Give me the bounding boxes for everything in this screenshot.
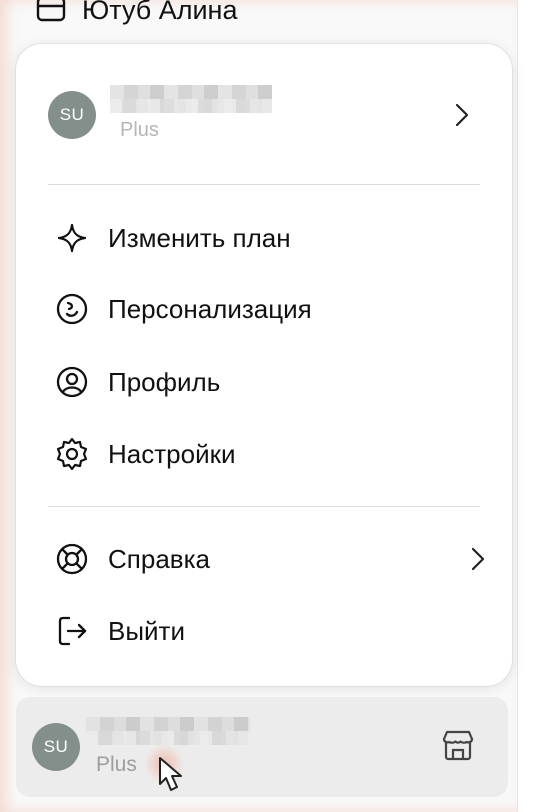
lifebuoy-icon — [52, 539, 92, 579]
logout-icon — [52, 611, 92, 651]
sparkle-icon — [52, 218, 92, 258]
shop-icon[interactable] — [440, 727, 476, 763]
menu-item-label: Выйти — [108, 615, 185, 646]
avatar: SU — [32, 723, 80, 771]
menu-item-label: Профиль — [108, 366, 221, 397]
gear-icon — [52, 434, 92, 474]
menu-item-settings[interactable]: Настройки — [52, 426, 492, 482]
folder-icon — [36, 0, 66, 23]
main-area — [518, 0, 560, 812]
menu-item-label: Справка — [108, 543, 210, 574]
chevron-right-icon — [448, 101, 476, 129]
pointer-cursor-icon — [154, 754, 194, 798]
sidebar-item-project[interactable]: Ютуб Алина — [36, 0, 238, 28]
menu-item-help[interactable]: Справка — [52, 531, 492, 587]
menu-item-label: Изменить план — [108, 222, 291, 253]
user-name-redacted — [110, 85, 272, 113]
menu-item-label: Персонализация — [108, 293, 312, 324]
menu-item-change-plan[interactable]: Изменить план — [52, 210, 492, 266]
menu-item-logout[interactable]: Выйти — [52, 603, 492, 659]
user-info: Plus — [108, 85, 278, 145]
menu-item-label: Настройки — [108, 438, 236, 469]
avatar: SU — [48, 91, 96, 139]
menu-item-personalization[interactable]: Персонализация — [52, 281, 492, 337]
smile-icon — [52, 289, 92, 329]
chevron-right-icon — [464, 545, 492, 573]
user-name-redacted — [86, 717, 250, 745]
account-menu: SU Plus Изменить план Персонализация Про… — [16, 44, 512, 686]
account-button[interactable]: SU Plus — [16, 697, 508, 797]
menu-divider — [48, 184, 480, 185]
plan-label: Plus — [120, 119, 159, 141]
project-label: Ютуб Алина — [82, 0, 238, 25]
user-circle-icon — [52, 362, 92, 402]
plan-label: Plus — [96, 753, 137, 776]
menu-item-profile[interactable]: Профиль — [52, 354, 492, 410]
menu-user-row[interactable]: SU Plus — [48, 85, 476, 141]
menu-divider — [48, 506, 480, 507]
